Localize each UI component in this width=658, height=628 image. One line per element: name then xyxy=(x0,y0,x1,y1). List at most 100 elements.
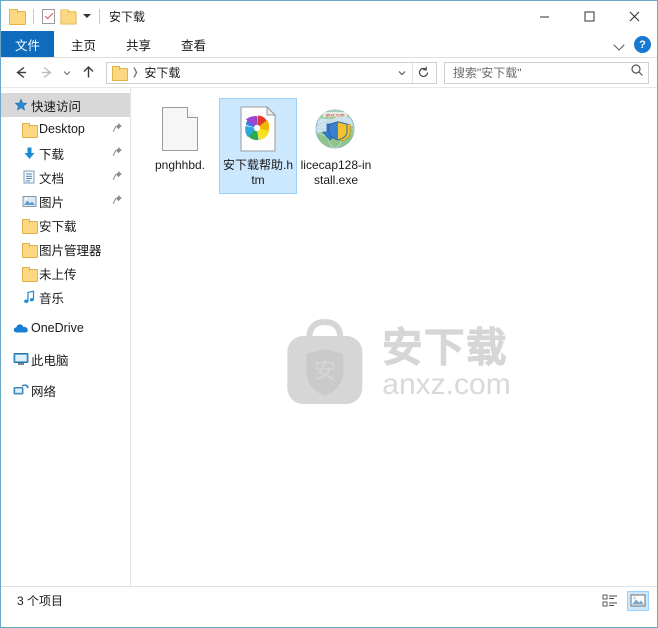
file-item-licecap-installer[interactable]: anxz.com licecap128-install.exe xyxy=(297,98,375,194)
watermark: 安 安下载 anxz.com xyxy=(277,316,511,411)
sidebar-item-onedrive[interactable]: OneDrive xyxy=(1,316,130,340)
folder-icon[interactable] xyxy=(9,9,26,25)
help-icon[interactable]: ? xyxy=(634,36,651,53)
sidebar-item-label: 图片管理器 xyxy=(39,243,102,258)
tab-file[interactable]: 文件 xyxy=(1,31,55,57)
sidebar-item-label: 安下载 xyxy=(39,219,77,234)
search-icon[interactable] xyxy=(630,63,644,82)
documents-icon xyxy=(19,170,39,184)
large-icons-view-button[interactable] xyxy=(627,590,649,611)
file-label: 安下载帮助.htm xyxy=(222,158,293,187)
toolbar-separator xyxy=(33,8,34,24)
close-button[interactable] xyxy=(612,1,657,31)
file-item-pnghhbd[interactable]: pnghhbd. xyxy=(141,98,219,194)
sidebar-item-quick-access[interactable]: 快速访问 xyxy=(1,93,130,117)
sidebar-item-pictures[interactable]: 图片 xyxy=(1,189,130,213)
folder-icon xyxy=(19,122,39,138)
toolbar-separator-2 xyxy=(99,8,100,24)
navigation-pane: 快速访问 Desktop 下载 文档 图片 安下载 图片管理器 未上传 音乐 O… xyxy=(1,88,131,586)
star-icon xyxy=(11,98,31,112)
file-label: licecap128-install.exe xyxy=(300,158,372,187)
properties-icon[interactable] xyxy=(42,8,55,24)
sidebar-item-anxiazai[interactable]: 安下载 xyxy=(1,213,130,237)
download-icon xyxy=(19,146,39,161)
ribbon-tab-bar: 文件 主页 共享 查看 ? xyxy=(1,31,657,58)
file-label: pnghhbd. xyxy=(154,158,206,172)
sidebar-item-label: 下载 xyxy=(39,147,65,162)
watermark-en-text: anxz.com xyxy=(382,367,511,401)
ribbon-right-controls: ? xyxy=(614,31,651,58)
sidebar-item-label: 文档 xyxy=(39,171,65,186)
sidebar-item-downloads[interactable]: 下载 xyxy=(1,141,130,165)
sidebar-item-label: 图片 xyxy=(39,195,65,210)
anxz-bag-logo-icon: 安 xyxy=(287,318,363,404)
folder-icon xyxy=(19,266,39,282)
folder-icon xyxy=(19,218,39,234)
sidebar-item-label: 此电脑 xyxy=(31,353,69,368)
refresh-icon[interactable] xyxy=(412,62,434,83)
new-folder-icon[interactable] xyxy=(60,9,77,25)
file-item-anxiazai-help-htm[interactable]: 安下载帮助.htm xyxy=(219,98,297,194)
title-bar: 安下载 xyxy=(1,1,657,31)
folder-icon xyxy=(19,242,39,258)
search-box[interactable]: 搜索"安下载" xyxy=(444,61,649,84)
sidebar-item-label: 网络 xyxy=(31,384,57,399)
blank-document-icon xyxy=(156,105,204,153)
watermark-cn-text: 安下载 xyxy=(382,325,509,370)
up-button[interactable] xyxy=(76,61,100,85)
sidebar-item-this-pc[interactable]: 此电脑 xyxy=(1,347,130,371)
forward-button[interactable] xyxy=(34,61,58,85)
back-button[interactable] xyxy=(9,61,33,85)
explorer-body: 快速访问 Desktop 下载 文档 图片 安下载 图片管理器 未上传 音乐 O… xyxy=(1,88,657,586)
svg-text:安: 安 xyxy=(314,358,336,383)
pictures-icon xyxy=(19,195,39,208)
sidebar-item-picture-manager[interactable]: 图片管理器 xyxy=(1,237,130,261)
sidebar-item-label: 音乐 xyxy=(39,291,65,306)
view-toggle-group xyxy=(599,590,649,611)
window-title: 安下载 xyxy=(109,9,146,24)
sidebar-item-label: OneDrive xyxy=(31,321,84,335)
sidebar-item-label: 快速访问 xyxy=(31,99,82,114)
customize-dropdown-icon[interactable] xyxy=(83,14,91,18)
pin-icon[interactable] xyxy=(112,194,124,208)
sidebar-item-documents[interactable]: 文档 xyxy=(1,165,130,189)
sidebar-item-desktop[interactable]: Desktop xyxy=(1,117,130,141)
cloud-icon xyxy=(11,322,31,334)
tab-view[interactable]: 查看 xyxy=(166,31,221,57)
file-grid: pnghhbd. 安下载帮助.htm anxz.com licecap128-i… xyxy=(131,88,657,194)
computer-icon xyxy=(11,352,31,366)
sidebar-item-network[interactable]: 网络 xyxy=(1,378,130,402)
pin-icon[interactable] xyxy=(112,170,124,184)
file-list-pane[interactable]: pnghhbd. 安下载帮助.htm anxz.com licecap128-i… xyxy=(131,88,657,586)
minimize-button[interactable] xyxy=(522,1,567,31)
search-input[interactable]: 搜索"安下载" xyxy=(453,64,630,81)
quick-access-toolbar xyxy=(9,1,103,31)
recent-locations-button[interactable] xyxy=(59,61,75,85)
window-controls xyxy=(522,1,657,31)
breadcrumb-item-current[interactable]: 安下载 xyxy=(144,64,180,81)
installer-exe-icon: anxz.com xyxy=(312,105,360,153)
tab-share[interactable]: 共享 xyxy=(111,31,166,57)
address-bar-row: ❭ 安下载 搜索"安下载" xyxy=(1,58,657,88)
pin-icon[interactable] xyxy=(112,146,124,160)
status-bar: 3 个项目 xyxy=(1,586,657,614)
html-chrome-icon xyxy=(234,105,282,153)
chevron-down-icon[interactable] xyxy=(614,39,626,51)
maximize-button[interactable] xyxy=(567,1,612,31)
breadcrumb-folder-icon xyxy=(112,66,128,81)
svg-text:anxz.com: anxz.com xyxy=(326,112,345,117)
file-explorer-window: 安下载 文件 主页 共享 查看 ? ❭ 安下载 搜索"安下载" 快速访问 Des… xyxy=(0,0,658,628)
address-dropdown-icon[interactable] xyxy=(392,63,412,83)
pin-icon[interactable] xyxy=(112,122,124,136)
address-breadcrumb-bar[interactable]: ❭ 安下载 xyxy=(106,61,437,84)
music-icon xyxy=(19,290,39,304)
tab-home[interactable]: 主页 xyxy=(56,31,111,57)
details-view-button[interactable] xyxy=(599,591,621,611)
sidebar-item-music[interactable]: 音乐 xyxy=(1,285,130,309)
breadcrumb-separator-icon: ❭ xyxy=(131,67,140,78)
sidebar-item-not-uploaded[interactable]: 未上传 xyxy=(1,261,130,285)
sidebar-item-label: Desktop xyxy=(39,122,85,136)
